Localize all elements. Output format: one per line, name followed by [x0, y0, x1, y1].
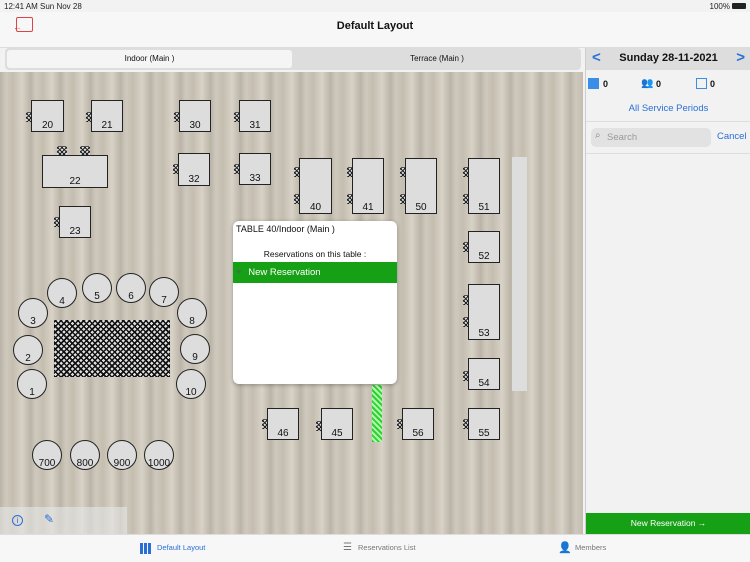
table-1000[interactable]: 1000 [144, 440, 174, 470]
new-reservation-button[interactable]: New Reservation → [586, 513, 750, 534]
table-popover: TABLE 40/Indoor (Main ) Reservations on … [233, 221, 397, 384]
info-icon[interactable]: i [12, 515, 23, 526]
popover-subtitle: Reservations on this table : [263, 249, 367, 259]
table-41[interactable]: 41 [352, 158, 384, 214]
tab-default-layout[interactable]: Default Layout [157, 543, 205, 552]
tab-members[interactable]: Members [575, 543, 606, 552]
table-3[interactable]: 3 [18, 298, 48, 328]
table-800[interactable]: 800 [70, 440, 100, 470]
battery-icon [732, 3, 746, 9]
date-label: Sunday 28-11-2021 [619, 52, 718, 64]
table-2[interactable]: 2 [13, 335, 43, 365]
right-panel: < Sunday 28-11-2021 > 0 👥 0 0 All Servic… [585, 48, 750, 534]
nav-bar: ← Default Layout [0, 12, 750, 48]
table-52[interactable]: 52 [468, 231, 500, 263]
table-7[interactable]: 7 [149, 277, 179, 307]
guests-icon: 👥 [641, 78, 654, 89]
table-4[interactable]: 4 [47, 278, 77, 308]
table-10[interactable]: 10 [176, 369, 206, 399]
table-45[interactable]: 45 [321, 408, 353, 440]
table-6[interactable]: 6 [116, 273, 146, 303]
hatched-area [54, 320, 170, 377]
table-9[interactable]: 9 [180, 334, 210, 364]
table-56[interactable]: 56 [402, 408, 434, 440]
table-21[interactable]: 21 [91, 100, 123, 132]
new-reservation-item[interactable]: + New Reservation [233, 262, 397, 283]
table-22[interactable]: 22 [42, 155, 108, 188]
tab-terrace[interactable]: Terrace (Main ) [295, 50, 579, 68]
cancel-button[interactable]: Cancel [717, 131, 747, 142]
pencil-icon[interactable]: ✎ [44, 512, 54, 526]
search-input[interactable]: ⌕ Search [591, 128, 711, 147]
status-bar: 12:41 AM Sun Nov 28 100% [0, 0, 750, 12]
calendar-icon [588, 78, 599, 89]
tab-reservations-list[interactable]: Reservations List [358, 543, 416, 552]
table-8[interactable]: 8 [177, 298, 207, 328]
table-46[interactable]: 46 [267, 408, 299, 440]
plus-icon: + [236, 267, 242, 278]
table-51[interactable]: 51 [468, 158, 500, 214]
members-icon: 👤 [558, 542, 572, 554]
table-900[interactable]: 900 [107, 440, 137, 470]
bottom-tab-bar: Default Layout ☰ Reservations List 👤 Mem… [0, 534, 750, 562]
grid-icon [140, 543, 151, 554]
table-20[interactable]: 20 [31, 100, 64, 132]
table-55[interactable]: 55 [468, 408, 500, 440]
search-icon: ⌕ [595, 130, 601, 141]
area-tabs: Indoor (Main ) Terrace (Main ) [5, 48, 581, 70]
table-40[interactable]: 40 [299, 158, 332, 214]
next-day-button[interactable]: > [736, 49, 745, 66]
seating-icon [696, 78, 707, 89]
bar-counter [512, 157, 527, 391]
table-50[interactable]: 50 [405, 158, 437, 214]
page-title: Default Layout [336, 20, 414, 32]
table-54[interactable]: 54 [468, 358, 500, 390]
table-31[interactable]: 31 [239, 100, 271, 132]
table-32[interactable]: 32 [178, 153, 210, 186]
table-30[interactable]: 30 [179, 100, 211, 132]
table-5[interactable]: 5 [82, 273, 112, 303]
list-icon: ☰ [343, 542, 352, 553]
table-53[interactable]: 53 [468, 284, 500, 340]
popover-title: TABLE 40/Indoor (Main ) [236, 224, 335, 234]
table-700[interactable]: 700 [32, 440, 62, 470]
table-33[interactable]: 33 [239, 153, 271, 185]
tools-panel: i ✎ [0, 507, 127, 534]
service-periods-link[interactable]: All Service Periods [586, 103, 750, 114]
green-divider [372, 385, 382, 442]
date-header: < Sunday 28-11-2021 > [586, 48, 750, 70]
tab-indoor[interactable]: Indoor (Main ) [7, 50, 292, 68]
table-1[interactable]: 1 [17, 369, 47, 399]
table-23[interactable]: 23 [59, 206, 91, 238]
